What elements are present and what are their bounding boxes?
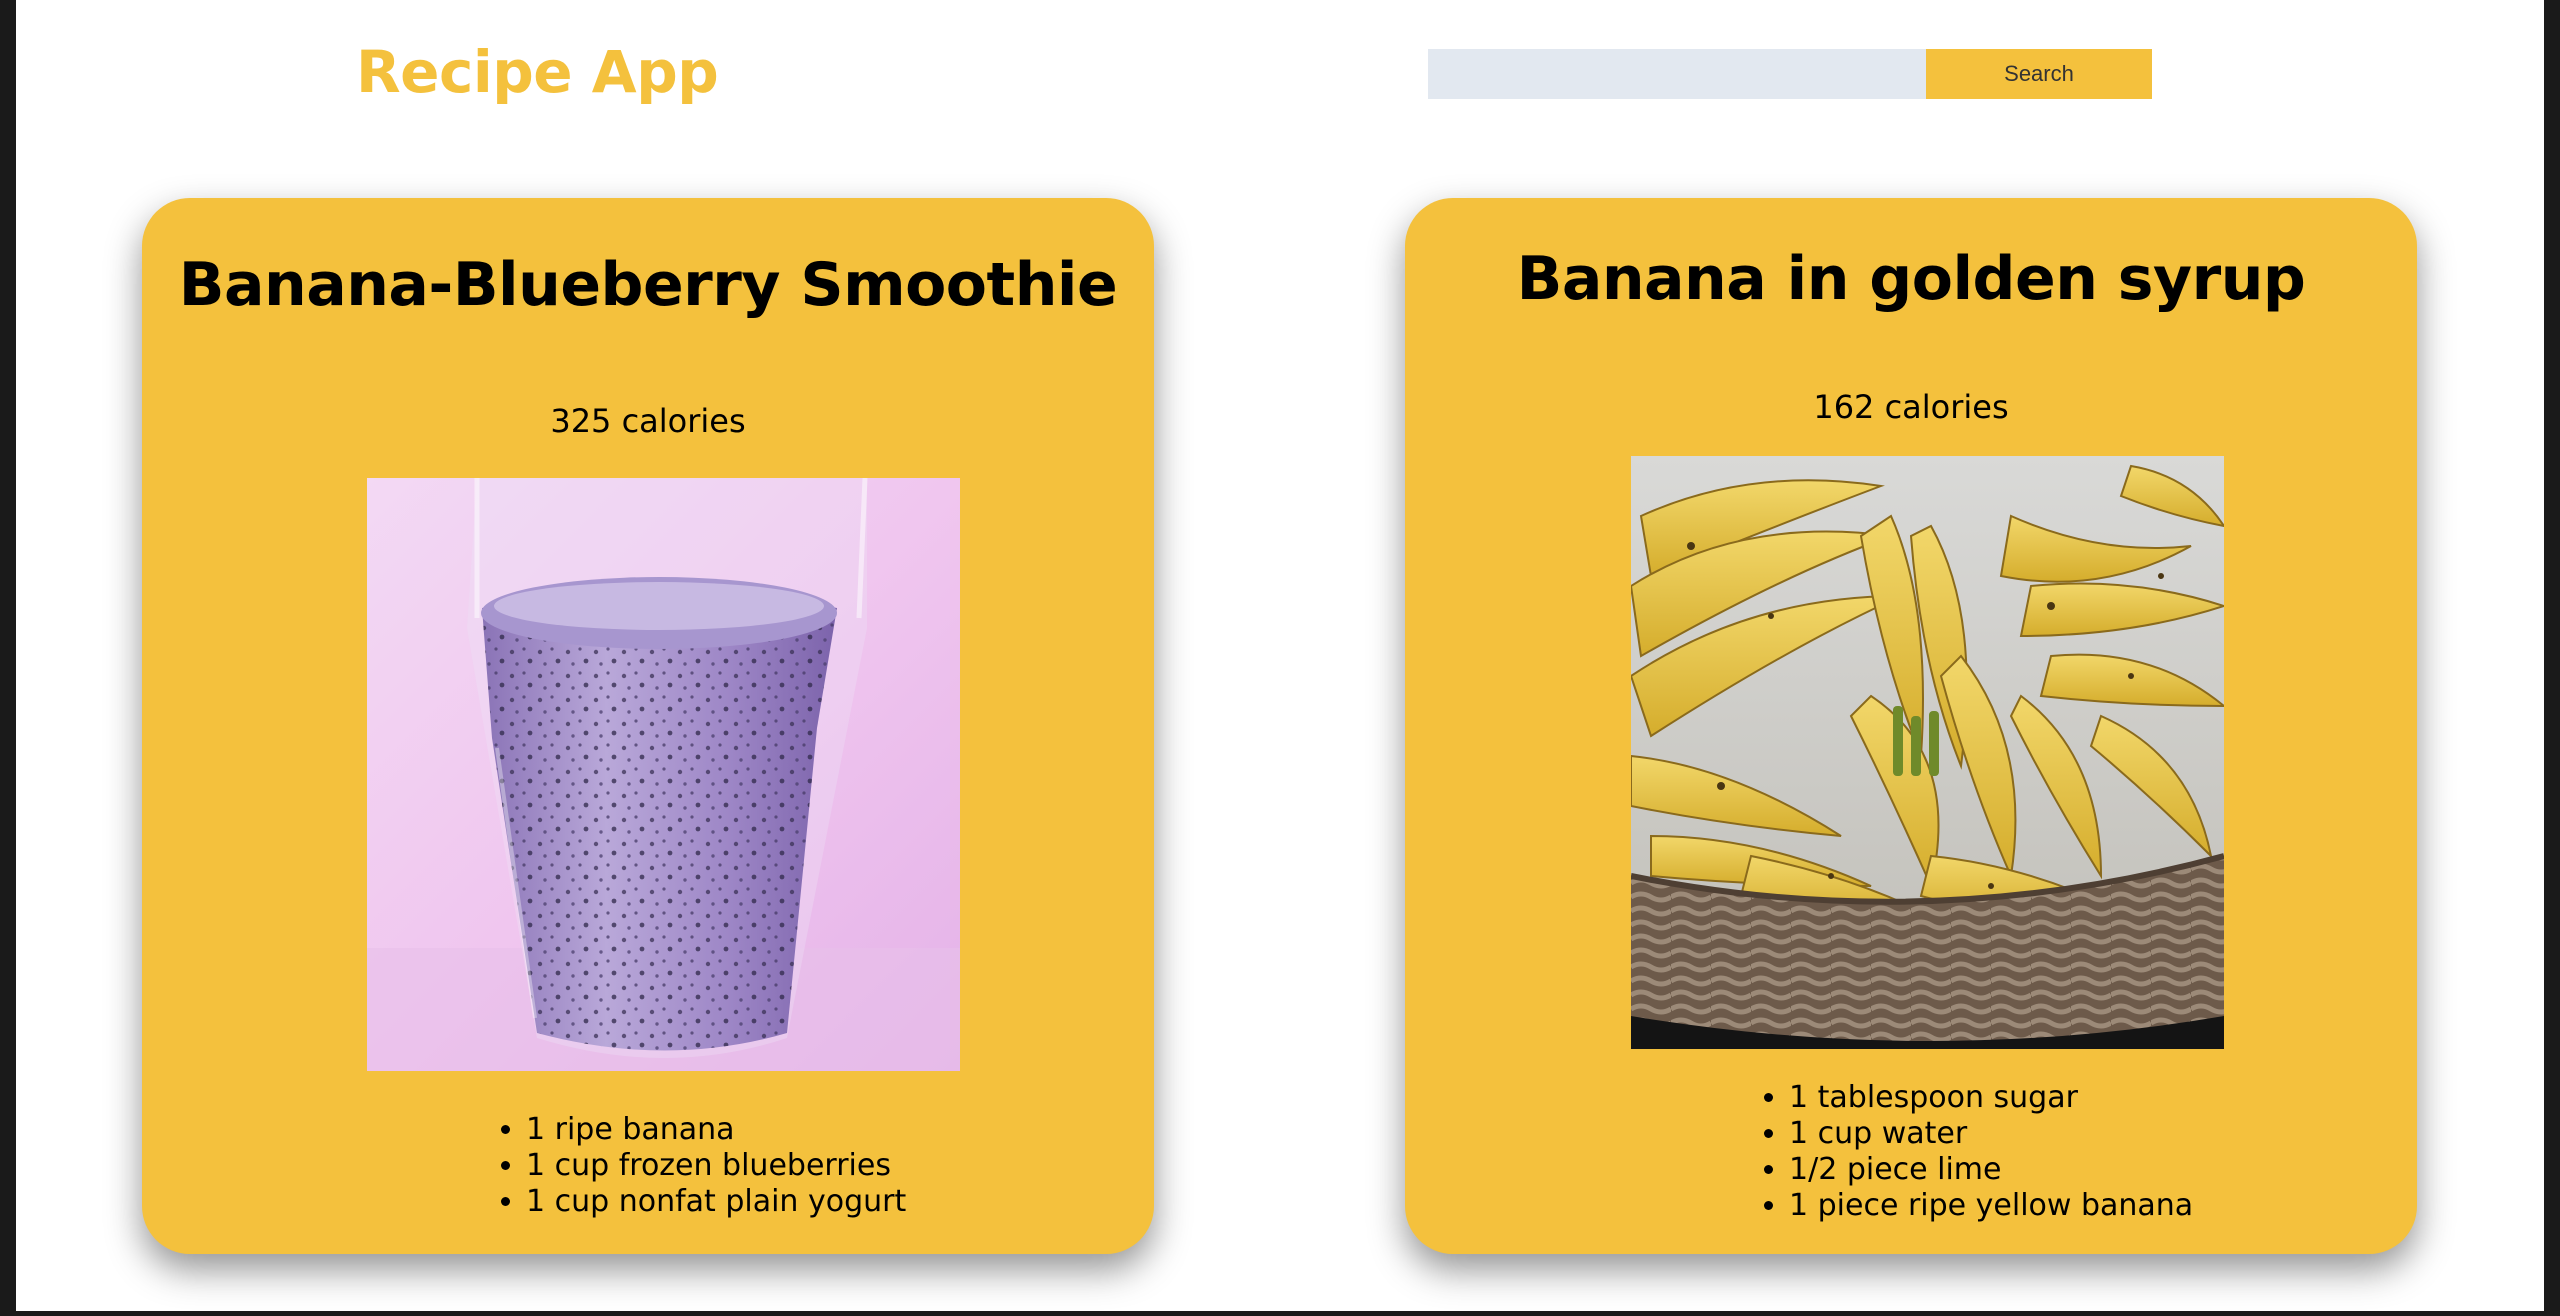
ingredient-item: 1 ripe banana: [526, 1112, 906, 1148]
recipe-calories: 325 calories: [550, 402, 746, 440]
ingredient-list: 1 tablespoon sugar 1 cup water 1/2 piece…: [1753, 1080, 2193, 1224]
recipe-calories: 162 calories: [1813, 388, 2009, 426]
recipe-title: Banana in golden syrup: [1516, 244, 2306, 314]
ingredient-item: 1 cup frozen blueberries: [526, 1148, 906, 1184]
ingredient-item: 1/2 piece lime: [1789, 1152, 2193, 1188]
search-button[interactable]: Search: [1926, 49, 2152, 99]
recipe-title: Banana-Blueberry Smoothie: [178, 250, 1118, 320]
app-title: Recipe App: [356, 38, 719, 106]
search-form: Search: [1428, 49, 2152, 99]
ingredient-item: 1 piece ripe yellow banana: [1789, 1188, 2193, 1224]
ingredient-item: 1 cup nonfat plain yogurt: [526, 1184, 906, 1220]
search-input[interactable]: [1428, 49, 1926, 99]
ingredient-item: 1 cup water: [1789, 1116, 2193, 1152]
ingredient-item: 1 tablespoon sugar: [1789, 1080, 2193, 1116]
ingredient-list: 1 ripe banana 1 cup frozen blueberries 1…: [490, 1112, 906, 1220]
recipe-card: Banana-Blueberry Smoothie 325 calories •…: [142, 198, 1154, 1254]
banana-basket-photo: [1631, 456, 2224, 1049]
app-window: Recipe App Search Banana-Blueberry Smoot…: [16, 0, 2544, 1311]
smoothie-glass-photo: [367, 478, 960, 1071]
recipe-card: Banana in golden syrup 162 calories • 1 …: [1405, 198, 2417, 1254]
